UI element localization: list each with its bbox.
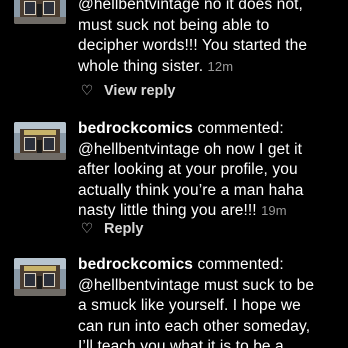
avatar[interactable] <box>14 258 66 296</box>
comment-line: @hellbentvintage oh now I get it <box>78 140 303 158</box>
comment-line: I’ll teach you what it is to be a <box>78 338 284 348</box>
reply-label[interactable]: Reply <box>104 221 144 237</box>
username[interactable]: bedrockcomics <box>78 256 193 273</box>
comment-line: after looking at your profile, you <box>78 161 298 178</box>
commented-label: commented: <box>197 120 284 137</box>
comment-line: can run into each other someday, <box>78 317 311 335</box>
comment-line: actually think you’re a man haha <box>78 181 304 199</box>
heart-outline-icon[interactable]: ♡ <box>78 220 96 237</box>
avatar[interactable] <box>14 0 66 24</box>
commented-label: commented: <box>197 256 284 273</box>
comment-line: whole thing sister. <box>78 57 204 75</box>
timestamp: 19m <box>261 203 287 218</box>
comment-line: a smuck like yourself. I hope we <box>78 297 301 314</box>
comment-line: nasty little thing you are!!! <box>78 202 257 219</box>
reply-button[interactable]: ♡ Reply <box>78 220 144 237</box>
comment-line: decipher words!!! You started the <box>78 37 308 54</box>
comment-line: @hellbentvintage must suck to be <box>78 276 315 294</box>
avatar[interactable] <box>14 122 66 160</box>
heart-outline-icon[interactable]: ♡ <box>78 82 96 99</box>
comment-line: must suck not being able to <box>78 16 270 34</box>
timestamp: 12m <box>207 58 234 74</box>
view-reply-label[interactable]: View reply <box>104 83 175 99</box>
comment-line: @hellbentvintage no it does not, <box>78 0 303 13</box>
comment-text: bedrockcomics commented: @hellbentvintag… <box>78 255 342 348</box>
comment-text: @hellbentvintage no it does not, must su… <box>78 0 342 77</box>
username[interactable]: bedrockcomics <box>78 120 193 137</box>
comment-text: bedrockcomics commented: @hellbentvintag… <box>78 119 342 222</box>
comment-feed: @hellbentvintage no it does not, must su… <box>0 0 348 348</box>
view-reply-button[interactable]: ♡ View reply <box>78 82 176 99</box>
